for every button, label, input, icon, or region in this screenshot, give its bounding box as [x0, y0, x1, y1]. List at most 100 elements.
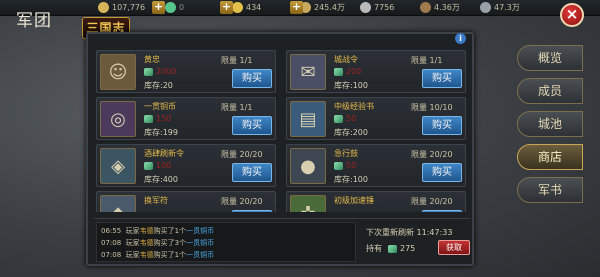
- tab-records[interactable]: 军书: [517, 177, 583, 203]
- item-price: 150: [144, 114, 171, 123]
- item-price: 2000: [144, 67, 176, 76]
- resource-1: 0: [165, 1, 184, 14]
- copper-coins-icon[interactable]: ◎: [100, 101, 136, 137]
- general-portrait-icon[interactable]: ☺: [100, 54, 136, 90]
- shop-item: ☺ 黄忠 限量 1/1 2000 库存:20 购买: [96, 50, 276, 93]
- log-row: 07:08 玩家韦德购买了3个一贯铜币: [101, 239, 215, 247]
- jade-gem-icon: [144, 67, 153, 76]
- resource-6: 47.3万: [480, 1, 520, 14]
- item-limit: 限量 10/10: [411, 103, 453, 112]
- jade-gem-icon: [334, 114, 343, 123]
- refresh-time: 11:47:33: [416, 228, 453, 237]
- item-name: 黄忠: [144, 55, 160, 64]
- item-limit: 限量 20/20: [221, 197, 263, 206]
- resource-value: 107,776: [112, 3, 146, 12]
- get-button[interactable]: 获取: [438, 240, 470, 255]
- resource-3: 245.4万: [300, 1, 345, 14]
- tab-members[interactable]: 成员: [517, 78, 583, 104]
- exp-book-icon[interactable]: ▤: [290, 101, 326, 137]
- item-link: 一贯铜币: [186, 251, 215, 259]
- player-name: 韦德: [139, 227, 154, 235]
- resource-value: 7756: [374, 3, 395, 12]
- item-name: 换军符: [144, 196, 168, 205]
- tab-cities[interactable]: 城池: [517, 111, 583, 137]
- divider: [94, 218, 470, 219]
- item-price: 50: [334, 114, 356, 123]
- item-link: 一贯铜币: [186, 227, 215, 235]
- item-glyph: ✜: [300, 203, 315, 213]
- log-row: 07:08 玩家韦德购买了1个一贯铜币: [101, 251, 215, 259]
- item-name: 初级加速锤: [334, 196, 374, 205]
- resource-value: 4.36万: [434, 3, 460, 12]
- item-stock: 库存:200: [334, 128, 368, 137]
- buy-button[interactable]: 购买: [422, 163, 462, 182]
- shop-grid: ☺ 黄忠 限量 1/1 2000 库存:20 购买 ✉ 城战令 限量 1/1 200 库存:100 购…: [96, 50, 468, 212]
- jade-gem-icon: [334, 161, 343, 170]
- player-name: 韦德: [139, 251, 154, 259]
- resource-value: 47.3万: [494, 3, 520, 12]
- item-stock: 库存:400: [144, 175, 178, 184]
- copper-coin-icon: [98, 2, 109, 13]
- item-glyph: ☺: [108, 61, 128, 83]
- item-limit: 限量 20/20: [411, 197, 453, 206]
- currency-held: 持有 275: [366, 244, 416, 253]
- add-resource-button[interactable]: +: [290, 1, 303, 14]
- item-glyph: ◎: [110, 108, 126, 130]
- item-glyph: ▤: [299, 108, 317, 130]
- jade-gem-icon: [144, 161, 153, 170]
- shop-item: ✉ 城战令 限量 1/1 200 库存:100 购买: [286, 50, 466, 93]
- buy-button[interactable]: 购买: [232, 163, 272, 182]
- buy-button[interactable]: 购买: [232, 210, 272, 212]
- resource-0: 107,776: [98, 1, 145, 14]
- info-icon[interactable]: i: [455, 33, 466, 44]
- tab-overview[interactable]: 概览: [517, 45, 583, 71]
- item-link: 一贯铜币: [186, 239, 215, 247]
- item-name: 急行鼓: [334, 149, 358, 158]
- buy-button[interactable]: 购买: [422, 116, 462, 135]
- item-price: 50: [334, 161, 356, 170]
- resource-value: 434: [246, 3, 262, 12]
- item-glyph: ◆: [111, 203, 125, 213]
- item-limit: 限量 20/20: [411, 150, 453, 159]
- refresh-timer: 下次重新刷新 11:47:33: [366, 228, 453, 237]
- troops-icon: [360, 2, 371, 13]
- march-drum-icon[interactable]: ●: [290, 148, 326, 184]
- resource-4: 7756: [360, 1, 394, 14]
- resource-value: 0: [179, 3, 185, 12]
- add-resource-button[interactable]: +: [220, 1, 233, 14]
- speedup-hammer-icon[interactable]: ✜: [290, 195, 326, 212]
- item-price: 100: [144, 161, 171, 170]
- resource-5: 4.36万: [420, 1, 460, 14]
- gold-ingot-icon: [232, 2, 243, 13]
- buy-button[interactable]: 购买: [232, 116, 272, 135]
- jade-gem-icon: [334, 67, 343, 76]
- buy-button[interactable]: 购买: [232, 69, 272, 88]
- currency-value: 275: [400, 244, 416, 253]
- item-glyph: ✉: [300, 61, 316, 83]
- log-row: 06:55 玩家韦德购买了1个一贯铜币: [101, 227, 215, 235]
- add-resource-button[interactable]: +: [152, 1, 165, 14]
- buy-button[interactable]: 购买: [422, 210, 462, 212]
- item-limit: 限量 1/1: [221, 103, 253, 112]
- item-limit: 限量 20/20: [221, 150, 263, 159]
- resource-value: 245.4万: [314, 3, 345, 12]
- item-name: 城战令: [334, 55, 358, 64]
- tavern-refresh-token-icon[interactable]: ◈: [100, 148, 136, 184]
- siege-token-icon[interactable]: ✉: [290, 54, 326, 90]
- wood-icon: [420, 2, 431, 13]
- tab-shop[interactable]: 商店: [517, 144, 583, 170]
- item-stock: 库存:100: [334, 175, 368, 184]
- item-stock: 库存:20: [144, 81, 173, 90]
- shop-item: ✜ 初级加速锤 限量 20/20 购买: [286, 191, 466, 212]
- shop-item: ◈ 酒肆刷新令 限量 20/20 100 库存:400 购买: [96, 144, 276, 187]
- jade-gem-icon: [144, 114, 153, 123]
- close-button[interactable]: ×: [560, 3, 584, 27]
- player-name: 韦德: [139, 239, 154, 247]
- buy-button[interactable]: 购买: [422, 69, 462, 88]
- item-stock: 库存:199: [144, 128, 178, 137]
- item-glyph: ◈: [111, 155, 125, 177]
- item-limit: 限量 1/1: [221, 56, 253, 65]
- army-tally-icon[interactable]: ◆: [100, 195, 136, 212]
- iron-icon: [480, 2, 491, 13]
- shop-item: ● 急行鼓 限量 20/20 50 库存:100 购买: [286, 144, 466, 187]
